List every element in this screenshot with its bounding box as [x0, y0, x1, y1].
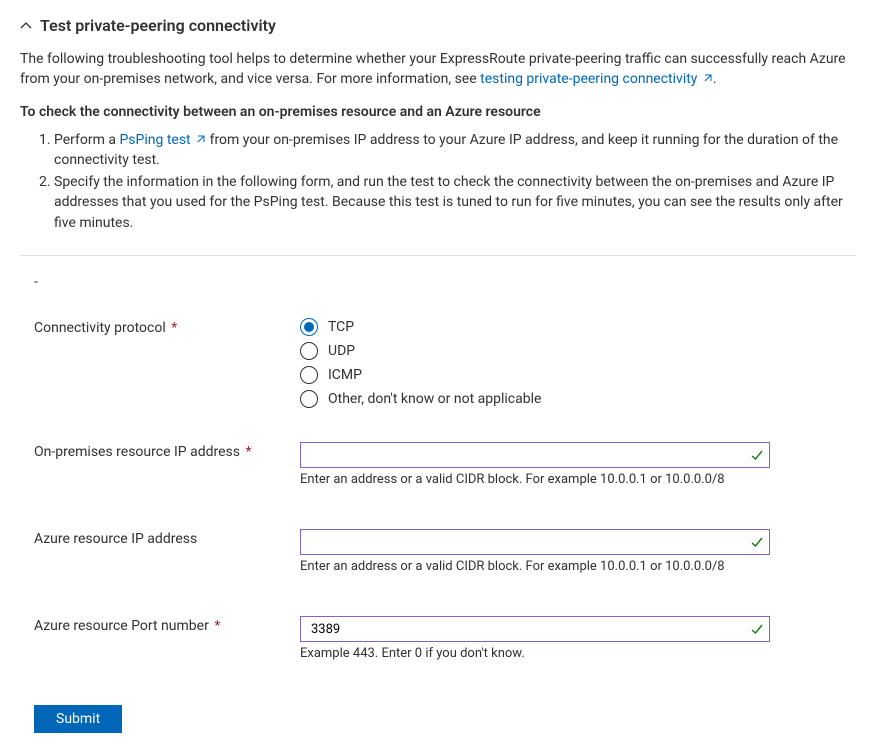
row-onprem-ip: On-premises resource IP address * Enter … — [34, 442, 842, 487]
row-azure-port: Azure resource Port number * Example 443… — [34, 616, 842, 661]
step-2: Specify the information in the following… — [54, 172, 856, 233]
form-panel: - Connectivity protocol * TCP UDP ICMP O… — [20, 255, 856, 733]
hint-azure-ip: Enter an address or a valid CIDR block. … — [300, 559, 770, 574]
submit-button[interactable]: Submit — [34, 705, 122, 733]
link-psping[interactable]: PsPing test — [119, 132, 206, 148]
hint-azure-port: Example 443. Enter 0 if you don't know. — [300, 646, 770, 661]
radio-icon — [300, 342, 318, 360]
check-icon — [750, 535, 764, 549]
check-icon — [750, 622, 764, 636]
section-header: Test private-peering connectivity — [20, 16, 856, 35]
azure-port-input[interactable] — [300, 616, 770, 642]
external-link-icon — [703, 69, 713, 79]
label-azure-port: Azure resource Port number * — [34, 616, 300, 634]
radio-other[interactable]: Other, don't know or not applicable — [300, 390, 770, 408]
protocol-options: TCP UDP ICMP Other, don't know or not ap… — [300, 318, 770, 414]
label-onprem-ip: On-premises resource IP address * — [34, 442, 300, 460]
external-link-icon — [196, 130, 206, 140]
intro-text-prefix: The following troubleshooting tool helps… — [20, 51, 846, 87]
step-1: Perform a PsPing test from your on-premi… — [54, 130, 856, 171]
check-subheading: To check the connectivity between an on-… — [20, 104, 856, 120]
radio-icon — [300, 318, 318, 336]
check-icon — [750, 448, 764, 462]
radio-tcp[interactable]: TCP — [300, 318, 770, 336]
radio-icon — [300, 366, 318, 384]
radio-icmp[interactable]: ICMP — [300, 366, 770, 384]
row-protocol: Connectivity protocol * TCP UDP ICMP Oth… — [34, 318, 842, 414]
collapse-indicator: - — [34, 274, 842, 290]
label-azure-ip: Azure resource IP address — [34, 529, 300, 547]
label-protocol: Connectivity protocol * — [34, 318, 300, 336]
radio-icon — [300, 390, 318, 408]
steps-list: Perform a PsPing test from your on-premi… — [20, 130, 856, 233]
row-azure-ip: Azure resource IP address Enter an addre… — [34, 529, 842, 574]
section-title: Test private-peering connectivity — [40, 16, 276, 35]
intro-text-suffix: . — [713, 71, 717, 87]
onprem-ip-input[interactable] — [300, 442, 770, 468]
link-testing-connectivity[interactable]: testing private-peering connectivity — [480, 71, 713, 87]
azure-ip-input[interactable] — [300, 529, 770, 555]
hint-onprem-ip: Enter an address or a valid CIDR block. … — [300, 472, 770, 487]
radio-udp[interactable]: UDP — [300, 342, 770, 360]
chevron-up-icon[interactable] — [20, 20, 32, 32]
intro-paragraph: The following troubleshooting tool helps… — [20, 49, 856, 90]
